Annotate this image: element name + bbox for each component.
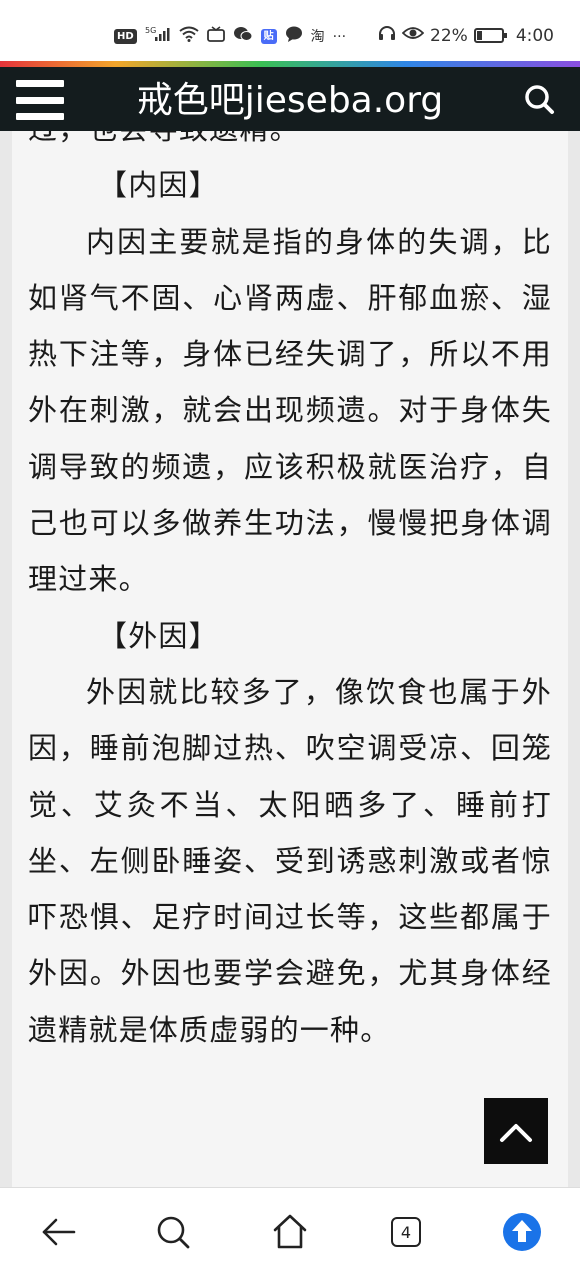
tabs-button[interactable]: 4	[382, 1208, 430, 1256]
status-right-icons: 22% 4:00	[378, 25, 554, 46]
home-button[interactable]	[266, 1208, 314, 1256]
status-left-icons: HD 5G 贴 淘 ···	[114, 26, 346, 47]
status-bar: HD 5G 贴 淘 ··· 22% 4:00	[0, 0, 580, 62]
wechat-icon	[233, 26, 253, 47]
tieba-icon: 贴	[260, 29, 277, 44]
partial-top-line: 过，也会导致遗精。	[28, 131, 552, 157]
site-title[interactable]: 戒色吧jieseba.org	[0, 79, 580, 123]
battery-icon	[473, 28, 507, 43]
headphones-icon	[378, 25, 396, 46]
upload-button[interactable]	[498, 1208, 546, 1256]
search-nav-button[interactable]	[149, 1208, 197, 1256]
tabs-icon: 4	[391, 1217, 421, 1247]
article-body: 过，也会导致遗精。 【内因】 内因主要就是指的身体的失调，比如肾气不固、心肾两虚…	[28, 131, 552, 1058]
tv-app-icon	[206, 26, 225, 47]
paragraph-internal: 内因主要就是指的身体的失调，比如肾气不固、心肾两虚、肝郁血瘀、湿热下注等，身体已…	[28, 224, 552, 597]
back-to-top-button[interactable]	[484, 1098, 548, 1164]
wifi-icon	[179, 26, 199, 47]
back-to-top-icon	[500, 1124, 532, 1142]
signal-icon: 5G	[145, 26, 171, 47]
search-nav-icon	[157, 1216, 190, 1249]
battery-percent: 22%	[430, 25, 468, 46]
hd-icon: HD	[114, 29, 137, 44]
upload-icon	[503, 1213, 541, 1251]
heading-external: 【外因】	[98, 618, 219, 653]
paragraph-external: 外因就比较多了，像饮食也属于外因，睡前泡脚过热、吹空调受凉、回笼觉、艾灸不当、太…	[28, 674, 552, 1047]
search-icon[interactable]	[520, 80, 560, 120]
eye-comfort-icon	[401, 25, 425, 46]
back-button[interactable]	[34, 1208, 82, 1256]
back-arrow-icon	[42, 1218, 76, 1246]
site-header: 戒色吧jieseba.org	[0, 67, 580, 131]
svg-text:5G: 5G	[145, 26, 156, 35]
taobao-icon: 淘	[310, 28, 325, 45]
home-icon	[273, 1214, 307, 1249]
battery-fill	[476, 31, 482, 40]
heading-internal: 【内因】	[98, 168, 219, 203]
article-card: 过，也会导致遗精。 【内因】 内因主要就是指的身体的失调，比如肾气不固、心肾两虚…	[12, 131, 568, 1187]
clock: 4:00	[515, 25, 554, 46]
message-icon	[285, 26, 303, 47]
browser-bottom-nav: 4	[0, 1187, 580, 1277]
more-notifications-icon: ···	[332, 28, 347, 45]
content-area[interactable]: 过，也会导致遗精。 【内因】 内因主要就是指的身体的失调，比如肾气不固、心肾两虚…	[0, 131, 580, 1187]
